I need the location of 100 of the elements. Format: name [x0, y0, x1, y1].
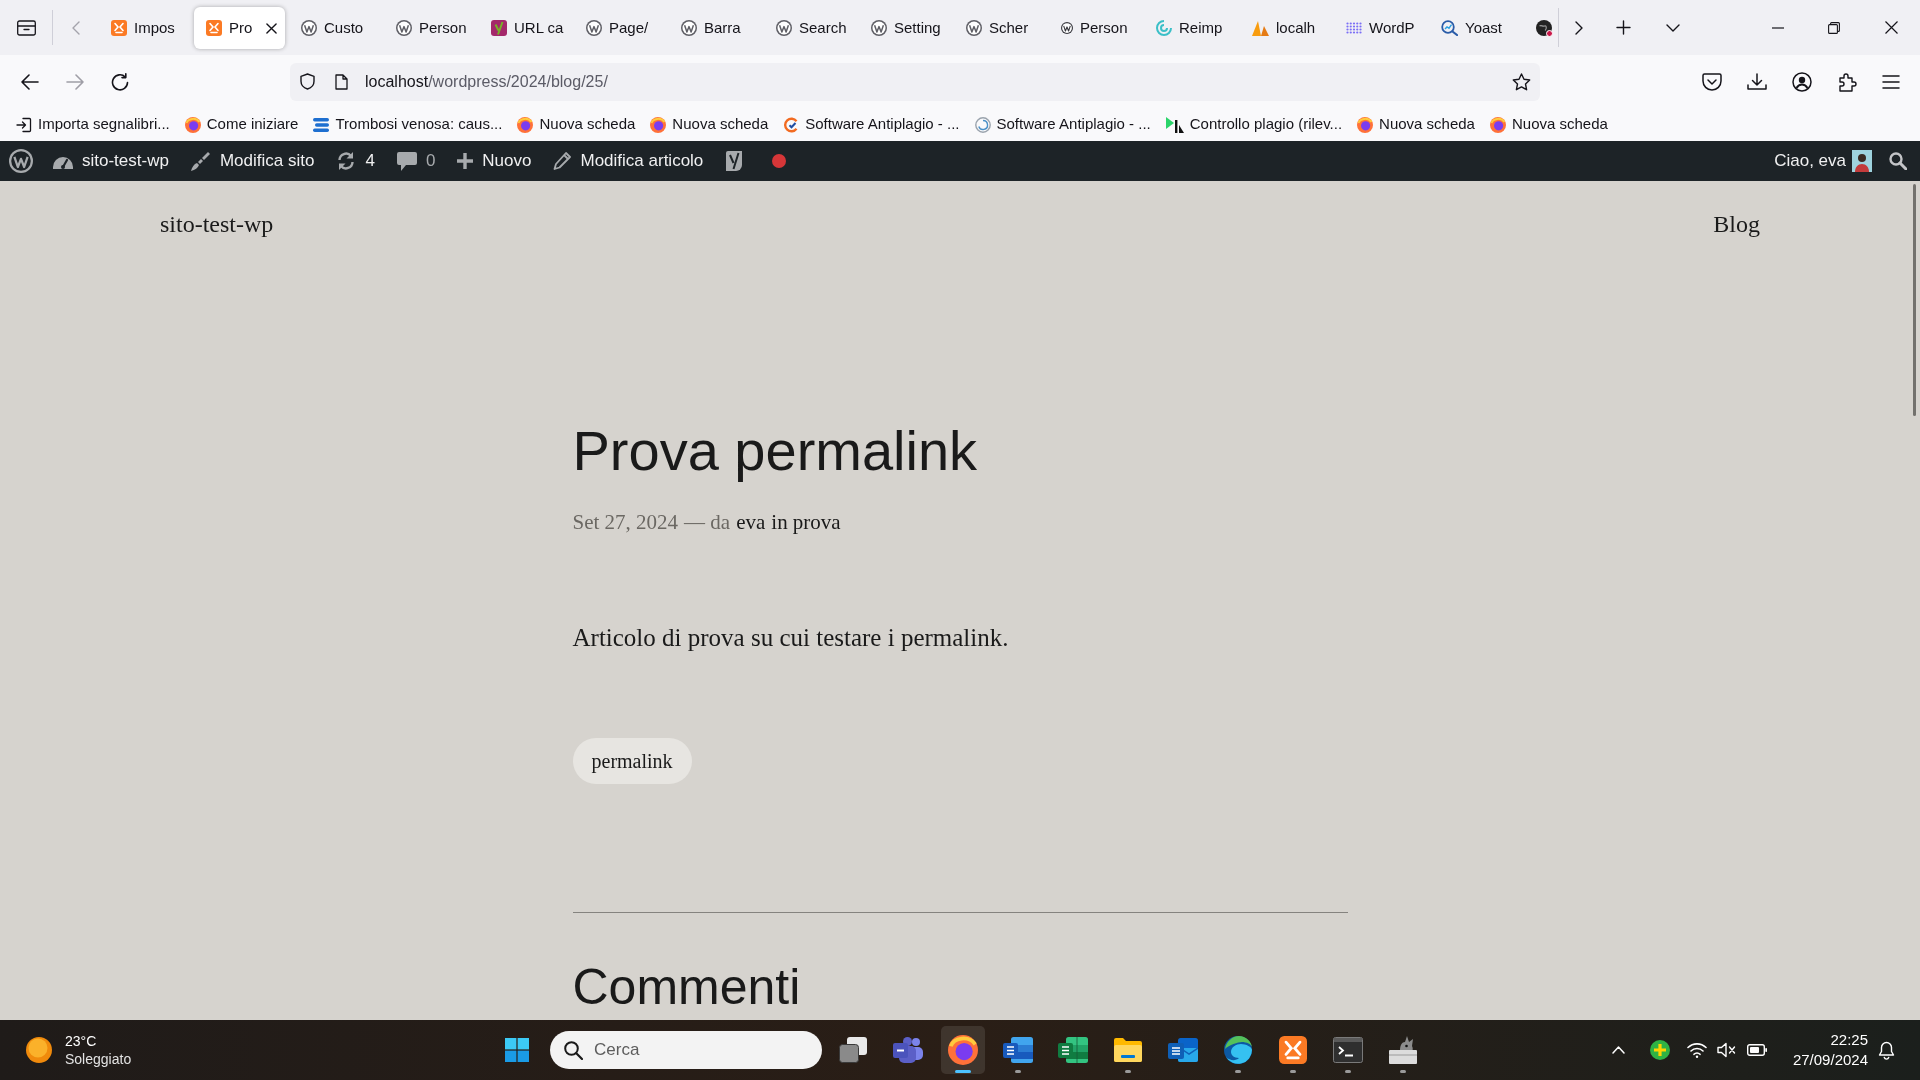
- bookmark-item[interactable]: Nuova scheda: [650, 113, 769, 136]
- chevron-up-icon[interactable]: [1611, 1046, 1625, 1054]
- w-logo-icon[interactable]: [9, 149, 33, 173]
- bookmark-item[interactable]: Software Antiplagio - ...: [783, 113, 960, 136]
- chevron-right-icon[interactable]: [1574, 20, 1583, 35]
- browser-tab[interactable]: Yoast: [1429, 7, 1520, 49]
- plus-badge-icon[interactable]: [1650, 1040, 1670, 1060]
- battery-icon[interactable]: [1747, 1044, 1767, 1056]
- admin-bar-link[interactable]: 0: [385, 141, 447, 181]
- brush-icon: [190, 151, 211, 171]
- browser-tab[interactable]: Page/: [574, 7, 665, 49]
- browser-tab[interactable]: localh: [1239, 7, 1330, 49]
- address-bar[interactable]: localhost/wordpress/2024/blog/25/: [290, 62, 1540, 101]
- clock-time[interactable]: 22:25: [1830, 1030, 1868, 1050]
- wifi-icon[interactable]: [1687, 1042, 1707, 1058]
- greeting-link[interactable]: Ciao, eva: [1764, 141, 1876, 181]
- browser-tab[interactable]: Reimp: [1144, 7, 1235, 49]
- pocket-icon[interactable]: [1702, 72, 1722, 91]
- browser-tab[interactable]: Search: [764, 7, 855, 49]
- bookmark-item[interactable]: Controllo plagio (rilev...: [1165, 113, 1343, 136]
- mascot-box-icon[interactable]: [1388, 1036, 1418, 1064]
- tag-link[interactable]: permalink: [572, 738, 692, 784]
- dot-grid-icon: [1346, 22, 1362, 34]
- task-view-icon[interactable]: [839, 1037, 867, 1063]
- plus-icon: [457, 153, 474, 169]
- weather-condition-text[interactable]: Soleggiato: [65, 1050, 132, 1068]
- back-icon[interactable]: [21, 73, 39, 90]
- w-logo-icon: [681, 20, 697, 36]
- taskbar-app-button[interactable]: [941, 1026, 985, 1074]
- sync-arrows-icon: [336, 151, 357, 171]
- browser-tab[interactable]: Setting: [859, 7, 950, 49]
- browser-tab[interactable]: WordP: [1334, 7, 1425, 49]
- check-logo-icon: [783, 116, 800, 133]
- author-link[interactable]: eva: [736, 507, 766, 537]
- restore-icon[interactable]: [1828, 21, 1840, 34]
- bookmark-item[interactable]: Nuova scheda: [517, 113, 636, 136]
- browser-logo-icon: [650, 116, 667, 133]
- browser-tab[interactable]: Person: [384, 7, 475, 49]
- search-icon[interactable]: [1889, 152, 1907, 170]
- reload-icon[interactable]: [111, 72, 129, 91]
- scrollbar-thumb[interactable]: [1913, 184, 1916, 416]
- clock-date[interactable]: 27/09/2024: [1792, 1050, 1868, 1070]
- new-tab-icon[interactable]: [1615, 20, 1631, 35]
- start-icon[interactable]: [505, 1038, 529, 1062]
- mail-tile-icon[interactable]: [1168, 1036, 1198, 1064]
- browser-tab[interactable]: Impos: [99, 7, 190, 49]
- nav-link[interactable]: Blog: [1713, 209, 1760, 239]
- y-logo-icon: [491, 20, 507, 36]
- admin-bar-link[interactable]: Nuovo: [446, 141, 543, 181]
- document-tile-icon[interactable]: [1003, 1036, 1033, 1064]
- bookmark-item[interactable]: Nuova scheda: [1357, 113, 1475, 136]
- globe-badge-icon: [1536, 19, 1553, 37]
- admin-bar-link[interactable]: 4: [325, 141, 386, 181]
- bookmark-item[interactable]: Trombosi venosa: caus...: [313, 113, 503, 136]
- tile-logo-icon: [206, 20, 222, 36]
- browser-logo-icon: [1357, 116, 1374, 133]
- browser-tab[interactable]: Custo: [289, 7, 380, 49]
- people-logo-icon[interactable]: [893, 1037, 923, 1063]
- browser-tab[interactable]: Person: [1049, 7, 1140, 49]
- tile-logo-icon[interactable]: [1279, 1036, 1307, 1064]
- avatar-icon: [1852, 150, 1872, 172]
- bookmark-item[interactable]: Software Antiplagio - ...: [974, 113, 1151, 136]
- terminal-icon[interactable]: [1333, 1037, 1363, 1063]
- bookmark-item[interactable]: Nuova scheda: [1489, 113, 1608, 136]
- temperature-text[interactable]: 23°C: [65, 1032, 132, 1050]
- bookmark-item[interactable]: Importa segnalibri...: [16, 113, 170, 136]
- browser-logo-icon: [184, 116, 201, 133]
- browser-tab[interactable]: URL ca: [479, 7, 570, 49]
- post-title: Prova permalink: [572, 420, 979, 482]
- browser-logo-icon[interactable]: [948, 1035, 978, 1065]
- browser-tab[interactable]: Barra: [669, 7, 760, 49]
- admin-bar-link[interactable]: Modifica articolo: [542, 141, 715, 181]
- bookmark-star-icon[interactable]: [1512, 72, 1531, 91]
- wave-logo-icon[interactable]: [1224, 1036, 1252, 1064]
- category-link[interactable]: prova: [792, 507, 841, 537]
- download-icon[interactable]: [1747, 72, 1767, 91]
- sun-icon[interactable]: [26, 1037, 52, 1063]
- minimize-icon[interactable]: [1772, 26, 1784, 29]
- page-icon[interactable]: [335, 73, 348, 90]
- search-field[interactable]: Cerca: [550, 1031, 822, 1069]
- browser-tab[interactable]: Scher: [954, 7, 1045, 49]
- swirl-logo-icon: [1156, 20, 1172, 36]
- close-icon[interactable]: [1884, 21, 1898, 34]
- shield-icon[interactable]: [300, 73, 315, 90]
- admin-bar-link[interactable]: sito-test-wp: [42, 141, 180, 181]
- folder-icon[interactable]: [1113, 1037, 1143, 1063]
- extensions-icon[interactable]: [1837, 71, 1857, 92]
- volume-muted-icon[interactable]: [1717, 1042, 1737, 1058]
- bookmark-item[interactable]: Come iniziare: [184, 113, 299, 136]
- browser-tab[interactable]: Pro: [194, 7, 285, 49]
- bell-icon[interactable]: [1877, 1040, 1895, 1060]
- menu-icon[interactable]: [1882, 74, 1900, 89]
- close-icon[interactable]: [266, 22, 278, 34]
- account-icon[interactable]: [1792, 71, 1812, 92]
- sail-logo-icon: [1251, 20, 1269, 36]
- chevron-down-icon[interactable]: [1666, 23, 1680, 32]
- admin-bar-link[interactable]: Modifica sito: [179, 141, 326, 181]
- site-title[interactable]: sito-test-wp: [160, 209, 274, 239]
- spreadsheet-tile-icon[interactable]: [1058, 1036, 1088, 1064]
- tab-list-icon[interactable]: [16, 19, 36, 36]
